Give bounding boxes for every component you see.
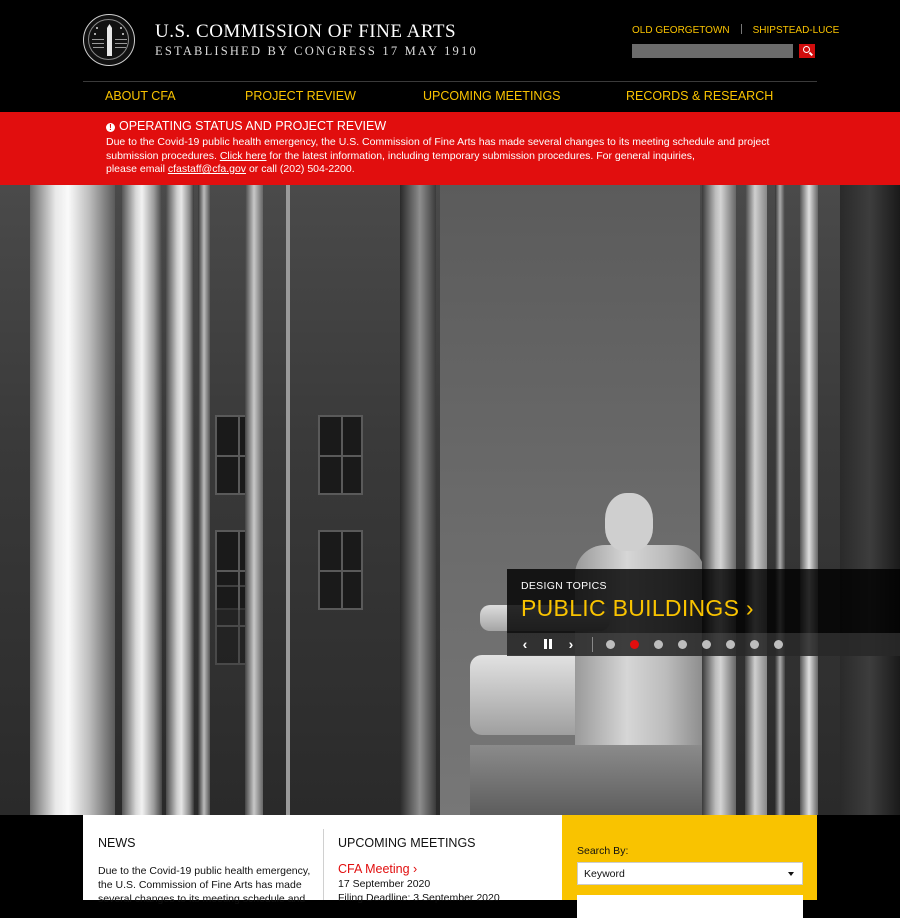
shipstead-luce-link[interactable]: SHIPSTEAD-LUCE [753, 25, 840, 36]
alert-line-3-post: or call (202) 504-2200. [246, 163, 355, 175]
search-by-panel: Search By: Keyword [562, 815, 817, 918]
news-panel: NEWS Due to the Covid-19 public health e… [83, 815, 323, 905]
column [122, 185, 162, 815]
chevron-down-icon [788, 872, 794, 876]
slider-controls: ‹ › [507, 633, 900, 656]
slide-dot[interactable] [630, 640, 639, 649]
column [166, 185, 194, 815]
slide-dot[interactable] [774, 640, 783, 649]
slide-dot[interactable] [654, 640, 663, 649]
alert-line-2-post: for the latest information, including te… [266, 149, 695, 162]
column [245, 185, 263, 815]
seal-text-line [92, 43, 104, 44]
star-icon [120, 27, 122, 29]
header-divider [83, 81, 817, 82]
nav-records-research[interactable]: RECORDS & RESEARCH [626, 89, 773, 103]
star-icon [94, 33, 96, 35]
building-window [318, 415, 363, 495]
seal-logo[interactable] [83, 14, 135, 66]
controls-separator [592, 637, 593, 652]
column [702, 185, 736, 815]
star-icon [96, 27, 98, 29]
alert-title: ! OPERATING STATUS AND PROJECT REVIEW [106, 119, 386, 133]
info-icon: ! [106, 123, 115, 132]
alert-banner: ! OPERATING STATUS AND PROJECT REVIEW Due… [0, 112, 900, 185]
seal-text-line [92, 39, 104, 40]
filing-deadline: Filing Deadline: 3 September 2020 [338, 892, 500, 904]
column [745, 185, 767, 815]
search-by-label: Search By: [577, 845, 629, 857]
meetings-panel: UPCOMING MEETINGS CFA Meeting › 17 Septe… [323, 815, 562, 904]
site-title[interactable]: U.S. COMMISSION OF FINE ARTS [155, 21, 456, 43]
utility-links: OLD GEORGETOWN SHIPSTEAD-LUCE [632, 24, 839, 36]
slide-title-link[interactable]: PUBLIC BUILDINGS › [521, 595, 754, 622]
site-header: U.S. COMMISSION OF FINE ARTS ESTABLISHED… [0, 0, 900, 112]
pause-icon [544, 639, 547, 649]
pause-icon [549, 639, 552, 649]
nav-project-review[interactable]: PROJECT REVIEW [245, 89, 356, 103]
nav-about-cfa[interactable]: ABOUT CFA [105, 89, 176, 103]
alert-title-text: OPERATING STATUS AND PROJECT REVIEW [119, 119, 387, 133]
building-window [318, 530, 363, 610]
alert-line-2-pre: submission procedures. [106, 149, 220, 162]
slide-dot[interactable] [678, 640, 687, 649]
slide-dot[interactable] [702, 640, 711, 649]
search-button[interactable] [799, 44, 815, 58]
news-heading: NEWS [98, 836, 136, 850]
slide-caption[interactable]: DESIGN TOPICS PUBLIC BUILDINGS › [507, 569, 900, 633]
column [775, 185, 785, 815]
seal-text-line [115, 39, 127, 40]
search-keyword-field[interactable] [577, 895, 803, 918]
pause-button[interactable] [540, 636, 556, 652]
hero-image [0, 185, 900, 815]
meeting-date: 17 September 2020 [338, 878, 431, 890]
column [800, 185, 818, 815]
column [840, 185, 900, 815]
seal-text-line [115, 43, 127, 44]
prev-slide-button[interactable]: ‹ [517, 636, 533, 652]
search-type-value: Keyword [584, 868, 625, 880]
alert-line-1: Due to the Covid-19 public health emerge… [106, 136, 770, 148]
slide-kicker: DESIGN TOPICS [521, 580, 607, 592]
slide-dot[interactable] [726, 640, 735, 649]
nav-upcoming-meetings[interactable]: UPCOMING MEETINGS [423, 89, 561, 103]
alert-email-link[interactable]: cfastaff@cfa.gov [168, 163, 246, 175]
column [286, 185, 290, 815]
column [30, 185, 115, 815]
alert-message: Due to the Covid-19 public health emerge… [106, 136, 776, 177]
star-icon [122, 33, 124, 35]
statue-head [605, 493, 653, 551]
alert-line-3-pre: please email [106, 163, 168, 175]
meetings-heading: UPCOMING MEETINGS [338, 836, 476, 850]
search-icon-handle [809, 51, 813, 56]
slide-dot[interactable] [750, 640, 759, 649]
column [198, 185, 210, 815]
site-subtitle: ESTABLISHED BY CONGRESS 17 MAY 1910 [155, 44, 478, 58]
link-separator [740, 24, 742, 34]
site-search-input[interactable] [632, 44, 793, 58]
old-georgetown-link[interactable]: OLD GEORGETOWN [632, 25, 730, 36]
search-type-select[interactable]: Keyword [577, 862, 803, 885]
cfa-meeting-link[interactable]: CFA Meeting › [338, 862, 417, 876]
seal-text-line [115, 47, 126, 48]
next-slide-button[interactable]: › [563, 636, 579, 652]
washington-monument-icon [107, 24, 112, 56]
seal-text-line [93, 47, 104, 48]
alert-click-here-link[interactable]: Click here [220, 150, 267, 162]
statue-pedestal [470, 745, 710, 815]
column [400, 185, 436, 815]
slide-dot[interactable] [606, 640, 615, 649]
